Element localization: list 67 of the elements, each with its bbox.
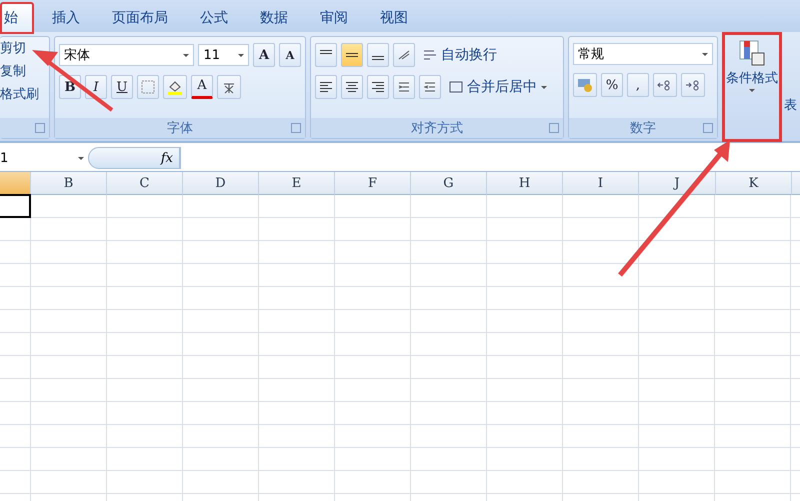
ribbon-tab[interactable]: 数据 xyxy=(246,4,302,32)
vertical-align-button[interactable] xyxy=(315,43,337,67)
ribbon-tab[interactable]: 始 xyxy=(0,2,34,34)
ribbon-tab[interactable]: 页面布局 xyxy=(98,4,182,32)
align-right-icon xyxy=(372,82,384,92)
name-box[interactable]: 1 xyxy=(0,147,88,169)
conditional-formatting-button[interactable]: 条件格式 xyxy=(722,32,782,142)
column-header: D xyxy=(183,172,259,195)
decrease-decimal-icon xyxy=(685,79,701,91)
slanted-lines-icon xyxy=(397,49,411,61)
table-icon xyxy=(738,39,766,67)
column-header: B xyxy=(31,172,107,195)
align-center-icon xyxy=(346,82,358,92)
column-header: C xyxy=(107,172,183,195)
format-table-button[interactable]: 表 xyxy=(784,96,797,114)
outdent-button[interactable] xyxy=(419,75,441,99)
shrink-font-button[interactable]: A xyxy=(279,43,301,67)
clipboard-command[interactable]: 格式刷 xyxy=(0,83,49,106)
number-format-field[interactable]: 常规 xyxy=(573,43,713,65)
clipboard-command[interactable]: 剪切 xyxy=(0,37,49,60)
ribbon-tab[interactable]: 视图 xyxy=(366,4,422,32)
grow-font-button[interactable]: A xyxy=(253,43,275,67)
horizontal-align-button[interactable] xyxy=(341,75,363,99)
increase-indent-icon xyxy=(398,81,410,93)
font-name-field[interactable]: 宋体 xyxy=(59,44,194,66)
column-header: I xyxy=(563,172,639,195)
column-header: F xyxy=(335,172,411,195)
ribbon-tab[interactable]: 插入 xyxy=(38,4,94,32)
group-label: 数字 xyxy=(630,120,656,137)
wrap-text-icon xyxy=(423,48,437,62)
column-header: J xyxy=(639,172,716,195)
phonetic-button[interactable] xyxy=(217,75,241,99)
column-header: H xyxy=(487,172,563,195)
clipboard-command[interactable]: 复制 xyxy=(0,60,49,83)
orientation-button[interactable] xyxy=(393,43,415,67)
font-color-button[interactable]: A xyxy=(191,75,213,99)
money-icon xyxy=(577,78,593,92)
wrap-text-button[interactable]: 自动换行 xyxy=(419,43,501,67)
borders-button[interactable] xyxy=(137,75,159,99)
insert-function-button[interactable]: fx xyxy=(88,147,180,169)
merge-cells-icon xyxy=(449,80,463,94)
merge-center-button[interactable]: 合并后居中 xyxy=(445,75,551,99)
vertical-align-button[interactable] xyxy=(341,43,363,67)
increase-decimal-button[interactable] xyxy=(653,73,677,97)
align-left-icon xyxy=(320,82,332,92)
horizontal-align-button[interactable] xyxy=(315,75,337,99)
fill-color-button[interactable] xyxy=(163,75,187,99)
vertical-align-icon xyxy=(346,50,358,60)
percent-button[interactable]: % xyxy=(601,73,623,97)
active-cell[interactable] xyxy=(0,194,31,218)
ribbon-tab[interactable]: 审阅 xyxy=(306,4,362,32)
indent-button[interactable] xyxy=(393,75,415,99)
horizontal-align-button[interactable] xyxy=(367,75,389,99)
column-header: E xyxy=(259,172,335,195)
decrease-indent-icon xyxy=(424,81,436,93)
vertical-align-button[interactable] xyxy=(367,43,389,67)
group-label: 对齐方式 xyxy=(411,120,463,137)
decrease-decimal-button[interactable] xyxy=(681,73,705,97)
border-grid-icon xyxy=(141,80,155,94)
ribbon-tab[interactable]: 公式 xyxy=(186,4,242,32)
comma-button[interactable]: , xyxy=(627,73,649,97)
font-size-field[interactable]: 11 xyxy=(198,44,249,66)
font-style-button[interactable]: U xyxy=(111,75,133,99)
column-header: K xyxy=(716,172,792,195)
paint-bucket-icon xyxy=(167,79,183,95)
column-header: G xyxy=(411,172,487,195)
group-label: 字体 xyxy=(167,120,193,137)
